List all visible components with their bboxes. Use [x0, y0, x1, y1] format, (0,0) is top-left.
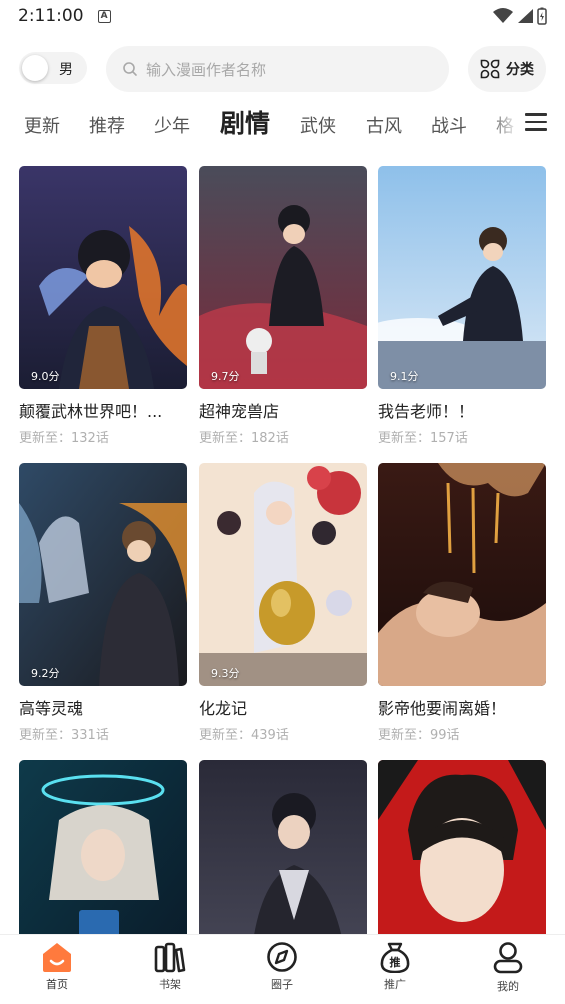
home-icon [43, 943, 71, 972]
comic-score: 9.3分 [211, 667, 240, 680]
nav-circle[interactable]: 圈子 [242, 941, 322, 992]
nav-home-label: 首页 [46, 978, 68, 991]
comic-card[interactable]: 9.3分 化龙记 更新至：439话 [199, 463, 367, 743]
signal-icon [518, 9, 533, 23]
comic-update: 更新至：331话 [19, 728, 109, 743]
comic-title[interactable]: 颠覆武林世界吧！... [19, 398, 187, 422]
tab-drama[interactable]: 剧情 [220, 104, 270, 140]
comic-cover[interactable]: 9.3分 [199, 463, 367, 686]
comic-title[interactable]: 我告老师！！ [378, 398, 546, 422]
category-icon [480, 59, 500, 79]
comic-card[interactable]: 9.7分 超神宠兽店 更新至：182话 [199, 166, 367, 446]
nav-circle-label: 圈子 [271, 978, 293, 991]
nav-home[interactable]: 首页 [17, 941, 97, 992]
comic-score: 9.7分 [211, 370, 240, 383]
top-bar: 男 输入漫画作者名称 分类 [0, 46, 565, 92]
nav-bookshelf[interactable]: 书架 [130, 941, 210, 992]
profile-icon [493, 942, 523, 974]
comic-title[interactable]: 化龙记 [199, 695, 367, 719]
comic-title[interactable]: 超神宠兽店 [199, 398, 367, 422]
nav-bookshelf-label: 书架 [159, 978, 181, 991]
menu-icon[interactable] [525, 113, 547, 133]
status-time: 2:11:00 [18, 6, 84, 26]
nav-profile[interactable]: 我的 [468, 941, 548, 994]
gender-label: 男 [59, 62, 73, 78]
compass-icon [267, 942, 297, 972]
comic-cover[interactable]: 9.0分 [19, 166, 187, 389]
promote-bag-icon: 推 [380, 942, 410, 973]
tab-recommend[interactable]: 推荐 [89, 112, 125, 138]
tab-ancient[interactable]: 古风 [366, 112, 402, 138]
comic-update: 更新至：157话 [378, 431, 468, 446]
comic-score: 9.2分 [31, 667, 60, 680]
search-placeholder: 输入漫画作者名称 [146, 60, 267, 79]
comic-cover[interactable]: 9.2分 [19, 463, 187, 686]
category-label: 分类 [506, 62, 534, 78]
comic-card[interactable]: 影帝他要闹离婚！ 更新至：99话 [378, 463, 546, 743]
comic-card[interactable]: 9.1分 我告老师！！ 更新至：157话 [378, 166, 546, 446]
comic-update: 更新至：182话 [199, 431, 289, 446]
tab-battle[interactable]: 战斗 [431, 112, 467, 138]
comic-title[interactable]: 影帝他要闹离婚！ [378, 695, 546, 719]
tab-shounen[interactable]: 少年 [154, 112, 190, 138]
comic-title[interactable]: 高等灵魂 [19, 695, 187, 719]
nav-promote-label: 推广 [384, 978, 406, 991]
search-icon [123, 62, 137, 76]
category-button[interactable]: 分类 [468, 46, 546, 92]
bookshelf-icon [154, 942, 186, 973]
comic-cover[interactable] [378, 463, 546, 686]
search-input[interactable]: 输入漫画作者名称 [106, 46, 449, 92]
comic-card[interactable]: 9.2分 高等灵魂 更新至：331话 [19, 463, 187, 743]
comic-score: 9.1分 [390, 370, 419, 383]
tab-update[interactable]: 更新 [24, 112, 60, 138]
notification-a-icon: A [97, 9, 111, 23]
toggle-knob [22, 55, 48, 81]
wifi-icon [493, 8, 513, 23]
nav-promote[interactable]: 推 推广 [355, 941, 435, 992]
comic-update: 更新至：99话 [378, 728, 460, 743]
bottom-nav: 首页 书架 圈子 推 推广 我的 [0, 934, 565, 1004]
gender-toggle[interactable]: 男 [19, 52, 87, 84]
status-bar: 2:11:00 A [0, 0, 565, 32]
nav-profile-label: 我的 [497, 980, 519, 993]
comic-cover[interactable]: 9.1分 [378, 166, 546, 389]
status-icons [493, 7, 547, 25]
tab-wuxia[interactable]: 武侠 [300, 112, 336, 138]
tabs-fade [489, 100, 519, 146]
comic-cover[interactable]: 9.7分 [199, 166, 367, 389]
svg-text:推: 推 [390, 955, 401, 969]
comic-update: 更新至：132话 [19, 431, 109, 446]
comic-card[interactable]: 9.0分 颠覆武林世界吧！... 更新至：132话 [19, 166, 187, 446]
comic-update: 更新至：439话 [199, 728, 289, 743]
comic-score: 9.0分 [31, 370, 60, 383]
battery-icon [537, 7, 547, 25]
genre-tabs: 更新 推荐 少年 剧情 武侠 古风 战斗 格 [0, 100, 565, 146]
